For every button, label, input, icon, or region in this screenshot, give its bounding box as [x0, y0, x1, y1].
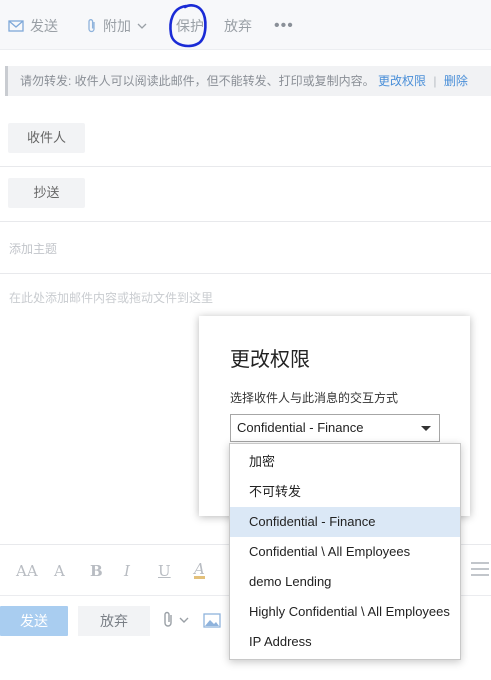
- grow-font-button[interactable]: A: [54, 562, 65, 580]
- option-do-not-forward[interactable]: 不可转发: [230, 477, 460, 507]
- discard-button[interactable]: 放弃: [78, 606, 150, 636]
- discard-toolbar-button[interactable]: 放弃: [224, 15, 252, 37]
- more-options-label: •••: [274, 17, 294, 34]
- italic-button[interactable]: I: [124, 562, 130, 580]
- mail-icon: [8, 19, 25, 33]
- paperclip-icon: [86, 18, 98, 34]
- permission-select-value: Confidential - Finance: [237, 420, 364, 435]
- more-options-button[interactable]: •••: [274, 15, 294, 37]
- remove-permissions-link[interactable]: 删除: [444, 74, 468, 88]
- paperclip-icon: [164, 611, 172, 627]
- permission-select[interactable]: Confidential - Finance: [230, 414, 440, 442]
- dropdown-caret-icon: [421, 426, 431, 431]
- discard-toolbar-label: 放弃: [224, 18, 252, 34]
- option-confidential-finance[interactable]: Confidential - Finance: [230, 507, 460, 537]
- attach-button[interactable]: [162, 611, 196, 632]
- attach-toolbar-label: 附加: [103, 18, 131, 34]
- divider: [0, 273, 491, 274]
- align-icon[interactable]: [471, 562, 489, 580]
- image-icon[interactable]: [203, 613, 221, 631]
- permission-options-list: 加密 不可转发 Confidential - Finance Confident…: [229, 443, 461, 660]
- cc-button[interactable]: 抄送: [8, 178, 85, 208]
- subject-input[interactable]: 添加主题: [9, 240, 57, 257]
- option-highly-confidential-all-employees[interactable]: Highly Confidential \ All Employees: [230, 597, 460, 627]
- chevron-down-icon: [179, 617, 189, 623]
- divider: [0, 221, 491, 222]
- underline-button[interactable]: U: [158, 562, 171, 580]
- send-toolbar-button[interactable]: 发送: [8, 15, 58, 37]
- font-size-button[interactable]: AA: [16, 562, 38, 580]
- message-body-input[interactable]: 在此处添加邮件内容或拖动文件到这里: [9, 289, 213, 306]
- link-separator: |: [433, 74, 437, 88]
- option-encrypt[interactable]: 加密: [230, 447, 460, 477]
- option-confidential-all-employees[interactable]: Confidential \ All Employees: [230, 537, 460, 567]
- compose-toolbar: 发送 附加 保护 放弃 •••: [0, 0, 491, 50]
- attach-toolbar-button[interactable]: 附加: [86, 15, 152, 37]
- dialog-label: 选择收件人与此消息的交互方式: [230, 391, 399, 405]
- bold-button[interactable]: B: [90, 562, 103, 580]
- permission-info-bar: 请勿转发: 收件人可以阅读此邮件，但不能转发、打印或复制内容。 更改权限 | 删…: [5, 66, 491, 96]
- highlight-button[interactable]: A: [194, 562, 205, 579]
- send-button[interactable]: 发送: [0, 606, 68, 636]
- send-toolbar-label: 发送: [30, 18, 58, 34]
- dialog-title: 更改权限: [230, 349, 310, 371]
- chevron-down-icon: [137, 23, 147, 30]
- change-permissions-link[interactable]: 更改权限: [378, 74, 426, 88]
- permission-info-text: 请勿转发: 收件人可以阅读此邮件，但不能转发、打印或复制内容。: [20, 74, 375, 88]
- option-ip-address[interactable]: IP Address: [230, 627, 460, 657]
- to-button[interactable]: 收件人: [8, 123, 85, 153]
- divider: [0, 166, 491, 167]
- annotation-circle: [169, 4, 207, 48]
- option-demo-lending[interactable]: demo Lending: [230, 567, 460, 597]
